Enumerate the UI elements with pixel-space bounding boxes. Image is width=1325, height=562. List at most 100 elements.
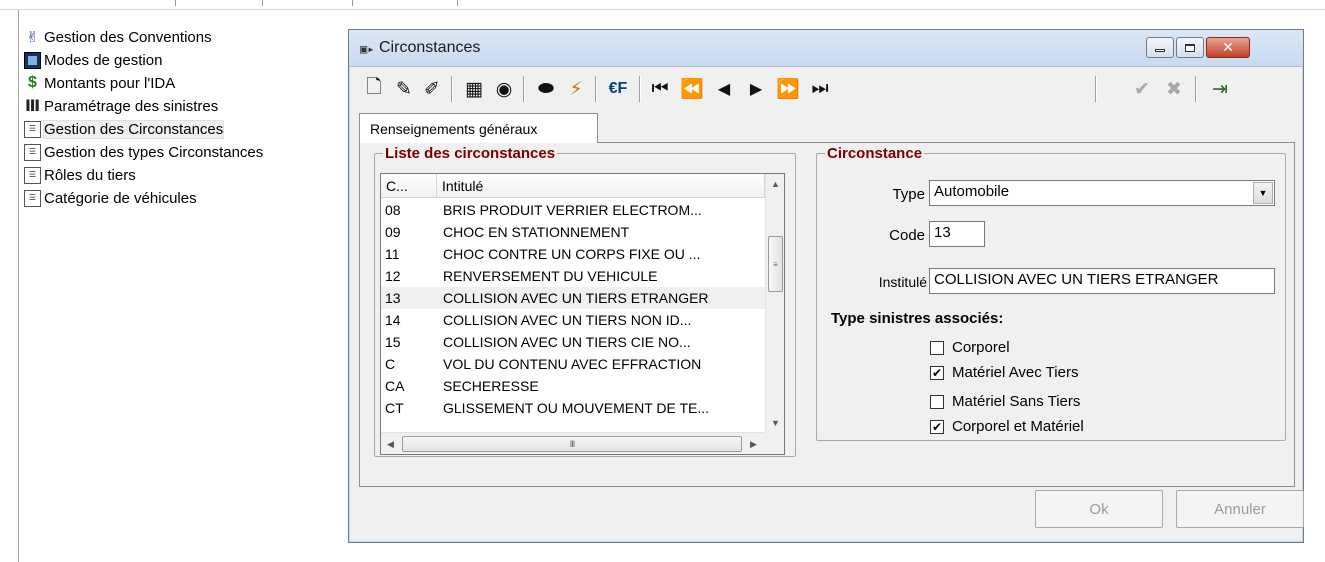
circonstances-window: ▣▸ Circonstances ✕ 🗋 ✎ ✐ ▦ ◉ ⬬ ⚡ €F ⏮ ⏪ … [348, 29, 1304, 543]
vertical-scroll-thumb[interactable]: ≡ [768, 236, 783, 292]
camera-icon[interactable]: ◉ [491, 74, 517, 104]
row-code: 15 [385, 334, 401, 350]
row-intitule: COLLISION AVEC UN TIERS ETRANGER [443, 290, 709, 306]
column-header-intitule[interactable]: Intitulé [437, 174, 765, 198]
lightning-icon[interactable]: ⚡ [563, 74, 589, 104]
checkbox-corporel[interactable]: Corporel [930, 339, 1010, 356]
previous-record-icon[interactable]: ◀ [711, 74, 737, 104]
list-icon: ☰ [24, 189, 41, 207]
last-record-icon[interactable]: ⏭ [807, 74, 833, 104]
tree-item-categorie-vehicules[interactable]: ☰ Catégorie de véhicules [24, 187, 197, 209]
table-icon: Ⅲ [24, 98, 41, 115]
dollar-icon: $ [28, 74, 37, 91]
intitule-field[interactable]: COLLISION AVEC UN TIERS ETRANGER [929, 268, 1275, 294]
toolbar-separator [595, 76, 597, 102]
scroll-left-icon[interactable]: ◀ [381, 433, 400, 454]
scroll-up-icon[interactable]: ▲ [766, 174, 784, 193]
minimize-button[interactable] [1146, 37, 1174, 58]
checkbox-box[interactable] [930, 394, 944, 409]
column-header-code[interactable]: C... [381, 174, 437, 198]
table-row[interactable]: CA SECHERESSE [381, 375, 765, 397]
row-code: 11 [385, 246, 400, 262]
tree-item-conventions[interactable]: ✌ Gestion des Conventions [24, 26, 211, 48]
table-row[interactable]: C VOL DU CONTENU AVEC EFFRACTION [381, 353, 765, 375]
record-toolbar: 🗋 ✎ ✐ ▦ ◉ ⬬ ⚡ €F ⏮ ⏪ ◀ ▶ ⏩ ⏭ ✔ ✖ ⇥ [355, 74, 1299, 104]
binoculars-icon[interactable]: ⬬ [533, 74, 559, 104]
grid-view-icon[interactable]: ▦ [461, 74, 487, 104]
table-row[interactable]: CT GLISSEMENT OU MOUVEMENT DE TE... [381, 397, 765, 419]
table-row[interactable]: 12 RENVERSEMENT DU VEHICULE [381, 265, 765, 287]
type-select-value: Automobile [934, 183, 1010, 200]
cancel-cross-icon[interactable]: ✖ [1161, 74, 1187, 104]
eraser-icon[interactable]: ✐ [419, 74, 445, 104]
tree-item-types-circonstances[interactable]: ☰ Gestion des types Circonstances [24, 141, 263, 163]
toolbar-separator [451, 76, 453, 102]
checkbox-materiel-avec-tiers[interactable]: ✔ Matériel Avec Tiers [930, 364, 1078, 381]
row-intitule: CHOC EN STATIONNEMENT [443, 224, 630, 240]
checkbox-box[interactable]: ✔ [930, 419, 944, 434]
maximize-button[interactable] [1176, 37, 1204, 58]
list-group-title: Liste des circonstances [385, 145, 556, 162]
maximize-icon [1185, 43, 1195, 52]
tree-item-montants-ida[interactable]: $ Montants pour l'IDA [24, 72, 175, 94]
checkbox-label: Corporel [952, 339, 1010, 356]
row-code: 14 [385, 312, 401, 328]
close-button[interactable]: ✕ [1206, 37, 1250, 58]
horizontal-scroll-thumb[interactable]: III [402, 436, 742, 452]
row-intitule: CHOC CONTRE UN CORPS FIXE OU ... [443, 246, 701, 262]
horizontal-scrollbar[interactable]: ◀ III ▶ [381, 432, 765, 454]
next-page-icon[interactable]: ⏩ [775, 74, 801, 104]
close-icon: ✕ [1222, 39, 1234, 55]
table-row[interactable]: 13 COLLISION AVEC UN TIERS ETRANGER [381, 287, 765, 309]
euro-icon[interactable]: €F [603, 74, 633, 104]
type-select[interactable]: Automobile ▼ [929, 180, 1275, 206]
previous-page-icon[interactable]: ⏪ [679, 74, 705, 104]
scroll-down-icon[interactable]: ▼ [766, 413, 784, 432]
checkbox-materiel-sans-tiers[interactable]: Matériel Sans Tiers [930, 393, 1080, 410]
toolbar-separator [639, 76, 641, 102]
ok-button[interactable]: Ok [1035, 490, 1163, 528]
tree-item-gestion-circonstances[interactable]: ☰ Gestion des Circonstances [24, 118, 225, 140]
cancel-button[interactable]: Annuler [1176, 490, 1304, 528]
next-record-icon[interactable]: ▶ [743, 74, 769, 104]
tab-panel: Liste des circonstances C... Intitulé 08… [359, 142, 1295, 487]
checkbox-box[interactable]: ✔ [930, 365, 944, 380]
row-intitule: COLLISION AVEC UN TIERS NON ID... [443, 312, 692, 328]
list-icon: ☰ [24, 166, 41, 184]
tree-item-roles-tiers[interactable]: ☰ Rôles du tiers [24, 164, 136, 186]
circonstances-list[interactable]: C... Intitulé 08 BRIS PRODUIT VERRIER ELE… [380, 173, 785, 455]
chevron-down-icon[interactable]: ▼ [1253, 182, 1273, 204]
validate-check-icon[interactable]: ✔ [1129, 74, 1155, 104]
window-titlebar[interactable]: ▣▸ Circonstances ✕ [349, 30, 1303, 67]
list-body: 08 BRIS PRODUIT VERRIER ELECTROM... 09 CHOC… [381, 199, 765, 419]
vertical-scrollbar[interactable]: ▲ ≡ ▼ [765, 174, 784, 432]
tree-item-label: Catégorie de véhicules [44, 189, 197, 207]
table-row[interactable]: 08 BRIS PRODUIT VERRIER ELECTROM... [381, 199, 765, 221]
checkbox-box[interactable] [930, 340, 944, 355]
scroll-right-icon[interactable]: ▶ [744, 433, 763, 454]
row-intitule: VOL DU CONTENU AVEC EFFRACTION [443, 356, 702, 372]
code-field[interactable]: 13 [929, 221, 985, 247]
edit-pencil-icon[interactable]: ✎ [391, 74, 417, 104]
tab-renseignements-generaux[interactable]: Renseignements généraux [359, 113, 598, 143]
tree-item-parametrage-sinistres[interactable]: Ⅲ Paramétrage des sinistres [24, 95, 218, 117]
first-record-icon[interactable]: ⏮ [647, 74, 673, 104]
table-row[interactable]: 14 COLLISION AVEC UN TIERS NON ID... [381, 309, 765, 331]
row-code: CA [385, 378, 405, 394]
checkbox-corporel-et-materiel[interactable]: ✔ Corporel et Matériel [930, 418, 1084, 435]
checkbox-label: Matériel Avec Tiers [952, 364, 1079, 381]
toolbar-separator [523, 76, 525, 102]
row-intitule: RENVERSEMENT DU VEHICULE [443, 268, 658, 284]
table-row[interactable]: 11 CHOC CONTRE UN CORPS FIXE OU ... [381, 243, 765, 265]
sinistres-heading: Type sinistres associés: [831, 310, 1004, 327]
table-row[interactable]: 09 CHOC EN STATIONNEMENT [381, 221, 765, 243]
new-document-icon[interactable]: 🗋 [361, 74, 387, 104]
type-label: Type [892, 186, 925, 203]
tree-item-modes-gestion[interactable]: Modes de gestion [24, 49, 162, 71]
tree-item-label: Modes de gestion [44, 51, 163, 69]
table-row[interactable]: 15 COLLISION AVEC UN TIERS CIE NO... [381, 331, 765, 353]
tree-item-label: Paramétrage des sinistres [44, 97, 219, 115]
tree-item-label: Montants pour l'IDA [44, 74, 176, 92]
exit-door-icon[interactable]: ⇥ [1207, 74, 1233, 104]
checkbox-label: Corporel et Matériel [952, 418, 1084, 435]
